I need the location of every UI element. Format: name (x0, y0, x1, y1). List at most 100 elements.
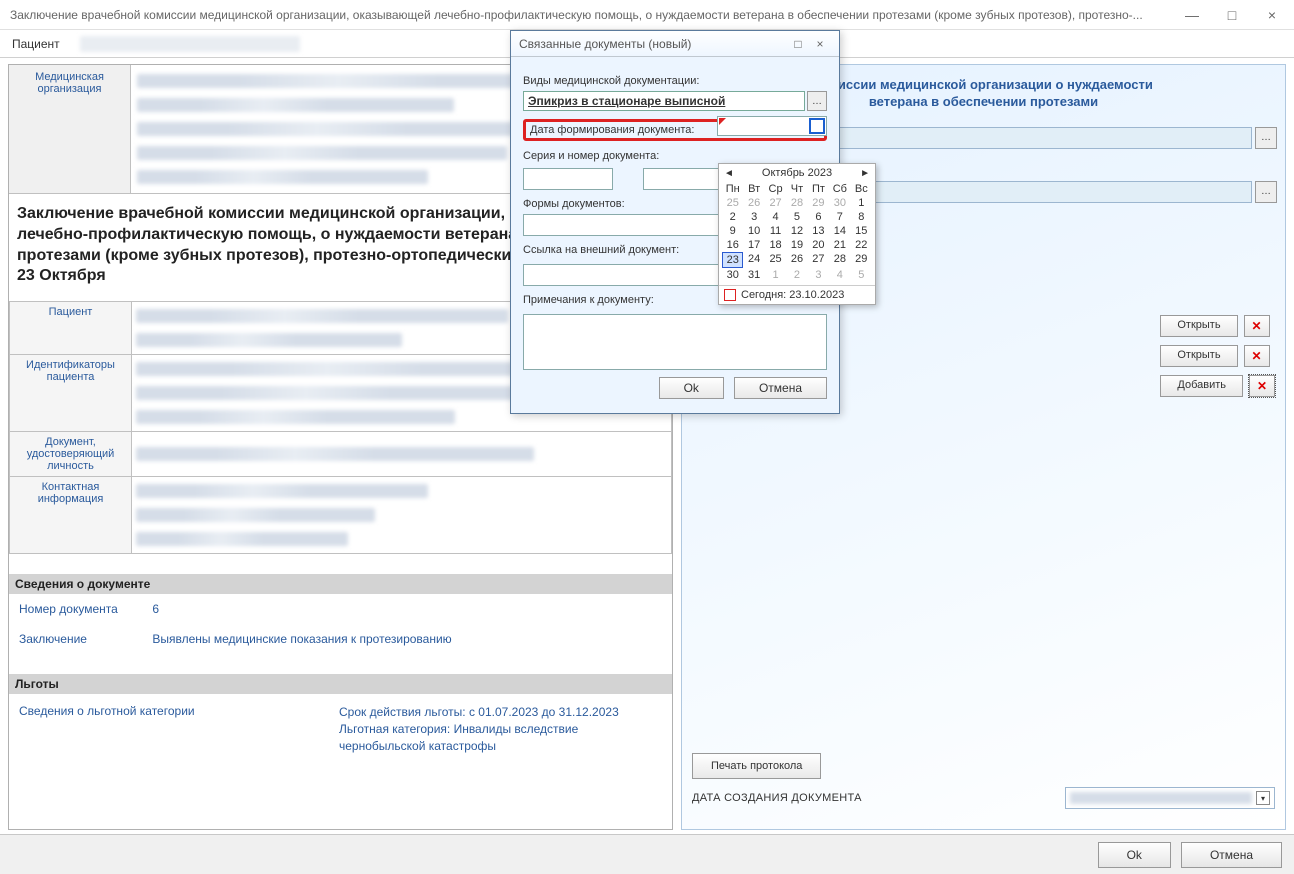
calendar-day[interactable]: 4 (829, 268, 850, 282)
doc-type-ellipsis-button[interactable]: … (807, 91, 827, 111)
calendar-day[interactable]: 16 (722, 238, 743, 252)
calendar-day[interactable]: 5 (851, 268, 872, 282)
calendar-dow: Ср (765, 182, 786, 196)
calendar-day[interactable]: 30 (722, 268, 743, 282)
calendar-day[interactable]: 3 (808, 268, 829, 282)
section-doc-info: Сведения о документе (9, 574, 672, 594)
calendar-day[interactable]: 31 (743, 268, 764, 282)
main-cancel-button[interactable]: Отмена (1181, 842, 1282, 868)
window-maximize-button[interactable]: □ (1220, 3, 1244, 27)
calendar-day[interactable]: 11 (765, 224, 786, 238)
serial-input[interactable] (523, 168, 613, 190)
delete-button-2[interactable]: ✕ (1244, 345, 1270, 367)
calendar-day[interactable]: 21 (829, 238, 850, 252)
lgoty-row: Сведения о льготной категории Срок дейст… (9, 694, 672, 764)
calendar-day[interactable]: 29 (808, 196, 829, 210)
add-button[interactable]: Добавить (1160, 375, 1243, 397)
date-dropdown-icon[interactable]: ▾ (1256, 791, 1270, 805)
calendar-next-button[interactable]: ► (860, 168, 870, 179)
calendar-day[interactable]: 10 (743, 224, 764, 238)
calendar-day[interactable]: 25 (765, 252, 786, 268)
calendar-day[interactable]: 14 (829, 224, 850, 238)
calendar-day[interactable]: 13 (808, 224, 829, 238)
doc-type-value[interactable]: Эпикриз в стационаре выписной (523, 91, 805, 111)
calendar-dow: Вт (743, 182, 764, 196)
calendar-day[interactable]: 18 (765, 238, 786, 252)
doc-types-field: Эпикриз в стационаре выписной … (523, 91, 827, 111)
window-minimize-button[interactable]: — (1180, 3, 1204, 27)
calendar-day[interactable]: 2 (722, 210, 743, 224)
lgoty-right: Срок действия льготы: с 01.07.2023 до 31… (339, 704, 662, 754)
calendar-dow: Пн (722, 182, 743, 196)
calendar-day[interactable]: 23 (722, 252, 743, 268)
notes-textarea[interactable] (523, 314, 827, 370)
calendar-day[interactable]: 28 (829, 252, 850, 268)
calendar-day[interactable]: 30 (829, 196, 850, 210)
doc-conclusion-value: Выявлены медицинские показания к протези… (152, 632, 451, 646)
calendar-day[interactable]: 27 (765, 196, 786, 210)
delete-button-1[interactable]: ✕ (1244, 315, 1270, 337)
print-protocol-button[interactable]: Печать протокола (692, 753, 821, 779)
calendar-header: ◄ Октябрь 2023 ► (719, 164, 875, 182)
med-org-label: Медицинская организация (9, 65, 131, 193)
calendar-day[interactable]: 17 (743, 238, 764, 252)
modal-footer: Ok Отмена (523, 373, 827, 401)
calendar-day[interactable]: 20 (808, 238, 829, 252)
calendar-day[interactable]: 4 (765, 210, 786, 224)
lgoty-left: Сведения о льготной категории (19, 704, 319, 754)
open-button-1[interactable]: Открыть (1160, 315, 1237, 337)
calendar-day[interactable]: 8 (851, 210, 872, 224)
calendar-day[interactable]: 26 (743, 196, 764, 210)
calendar-day[interactable]: 24 (743, 252, 764, 268)
row-contact-label: Контактная информация (10, 477, 132, 554)
calendar-day[interactable]: 19 (786, 238, 807, 252)
doc-number-row: Номер документа 6 (9, 594, 672, 624)
calendar-day[interactable]: 12 (786, 224, 807, 238)
calendar-day[interactable]: 2 (786, 268, 807, 282)
delete-button-3[interactable]: ✕ (1249, 375, 1275, 397)
date-create-input[interactable]: ▾ (1065, 787, 1275, 809)
calendar-day[interactable]: 1 (765, 268, 786, 282)
window-close-button[interactable]: × (1260, 3, 1284, 27)
date-create-row: ДАТА СОЗДАНИЯ ДОКУМЕНТА ▾ (692, 787, 1275, 809)
right-buttons: Открыть ✕ Открыть ✕ Добавить ✕ (1160, 315, 1275, 397)
calendar-today-row[interactable]: Сегодня: 23.10.2023 (719, 285, 875, 304)
calendar-day[interactable]: 26 (786, 252, 807, 268)
calendar-day[interactable]: 3 (743, 210, 764, 224)
open-button-2[interactable]: Открыть (1160, 345, 1237, 367)
calendar-prev-button[interactable]: ◄ (724, 168, 734, 179)
lgoty-validity: Срок действия льготы: с 01.07.2023 до 31… (339, 704, 662, 721)
lgoty-category: Льготная категория: Инвалиды вследствие … (339, 721, 662, 755)
row-contact-value (132, 477, 672, 554)
doc-date-label: Дата формирования документа: (530, 124, 694, 136)
doc-date-field[interactable] (717, 116, 827, 136)
ellipsis-button-1[interactable]: … (1255, 127, 1277, 149)
calendar-grid: ПнВтСрЧтПтСбВс25262728293012345678910111… (719, 182, 875, 285)
calendar-day[interactable]: 1 (851, 196, 872, 210)
calendar-day[interactable]: 15 (851, 224, 872, 238)
calendar-dow: Вс (851, 182, 872, 196)
calendar-today-label: Сегодня: 23.10.2023 (741, 289, 844, 301)
calendar-day[interactable]: 5 (786, 210, 807, 224)
modal-cancel-button[interactable]: Отмена (734, 377, 827, 399)
calendar-open-icon[interactable] (809, 118, 825, 134)
calendar-day[interactable]: 7 (829, 210, 850, 224)
calendar-day[interactable]: 25 (722, 196, 743, 210)
modal-maximize-button[interactable]: □ (787, 37, 809, 51)
calendar-day[interactable]: 28 (786, 196, 807, 210)
modal-ok-button[interactable]: Ok (659, 377, 724, 399)
calendar-day[interactable]: 29 (851, 252, 872, 268)
modal-title-text: Связанные документы (новый) (519, 37, 787, 51)
calendar-popup: ◄ Октябрь 2023 ► ПнВтСрЧтПтСбВс252627282… (718, 163, 876, 305)
calendar-day[interactable]: 6 (808, 210, 829, 224)
window-titlebar: Заключение врачебной комиссии медицинско… (0, 0, 1294, 30)
ellipsis-button-2[interactable]: … (1255, 181, 1277, 203)
doc-conclusion-row: Заключение Выявлены медицинские показани… (9, 624, 672, 654)
modal-close-button[interactable]: × (809, 37, 831, 51)
date-create-label: ДАТА СОЗДАНИЯ ДОКУМЕНТА (692, 792, 1065, 804)
calendar-day[interactable]: 27 (808, 252, 829, 268)
main-ok-button[interactable]: Оk (1098, 842, 1171, 868)
calendar-day[interactable]: 22 (851, 238, 872, 252)
calendar-day[interactable]: 9 (722, 224, 743, 238)
doc-types-label: Виды медицинской документации: (523, 75, 827, 87)
